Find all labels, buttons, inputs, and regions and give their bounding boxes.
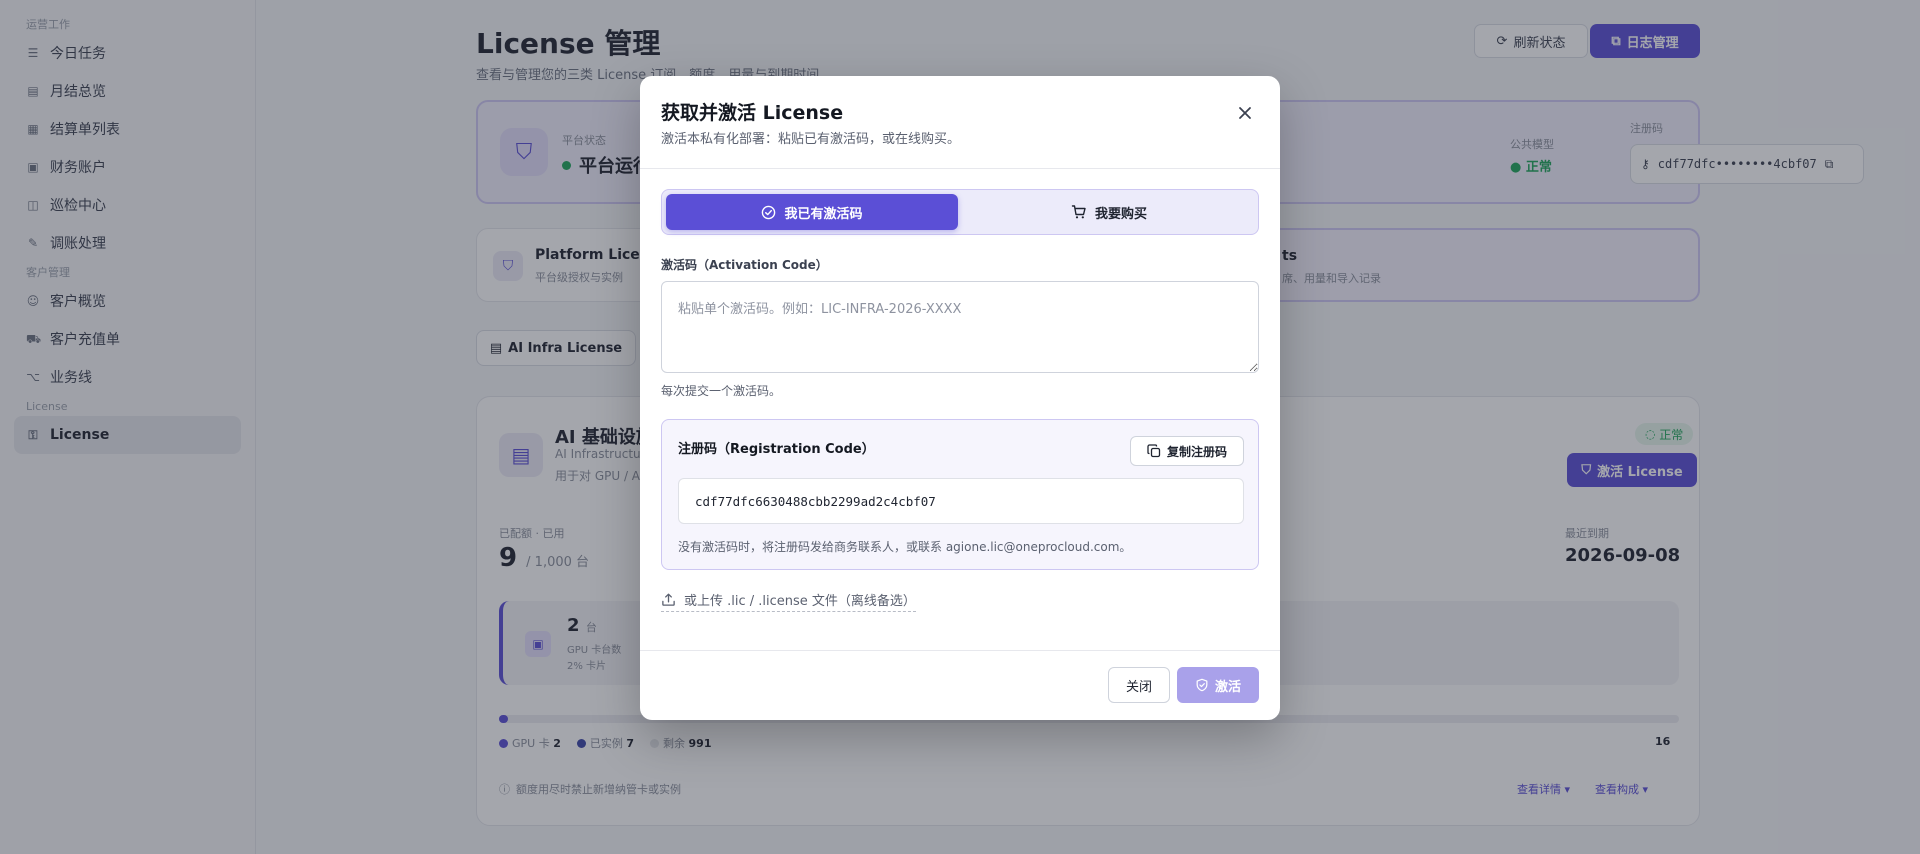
close-icon[interactable] <box>1232 100 1258 126</box>
copy-registration-code-label: 复制注册码 <box>1166 444 1227 459</box>
registration-code-value: cdf77dfc6630488cbb2299ad2c4cbf07 <box>678 478 1244 524</box>
tab-have-activation-code-label: 我已有激活码 <box>784 206 863 222</box>
activation-code-input[interactable] <box>661 281 1259 373</box>
tab-purchase-label: 我要购买 <box>1094 206 1147 222</box>
activate-button[interactable]: 激活 <box>1177 667 1259 703</box>
close-button[interactable]: 关闭 <box>1108 667 1170 703</box>
activation-code-label: 激活码（Activation Code） <box>661 258 828 272</box>
activation-code-help: 每次提交一个激活码。 <box>661 384 782 398</box>
dialog-title: 获取并激活 License <box>661 102 844 124</box>
shield-check-icon <box>1195 678 1209 692</box>
check-circle-icon <box>761 205 776 220</box>
header-divider <box>640 168 1280 169</box>
upload-license-file-link[interactable]: 或上传 .lic / .license 文件（离线备选） <box>661 590 916 612</box>
tab-purchase[interactable]: 我要购买 <box>962 194 1256 230</box>
registration-code-title: 注册码（Registration Code） <box>678 442 875 457</box>
upload-icon <box>661 592 676 607</box>
activate-license-dialog: 获取并激活 License 激活本私有化部署：粘贴已有激活码，或在线购买。 我已… <box>640 76 1280 720</box>
dialog-description: 激活本私有化部署：粘贴已有激活码，或在线购买。 <box>661 132 961 147</box>
tab-have-activation-code[interactable]: 我已有激活码 <box>666 194 958 230</box>
footer-divider <box>640 650 1280 651</box>
upload-license-file-label: 或上传 .lic / .license 文件（离线备选） <box>684 594 916 609</box>
cart-icon <box>1071 204 1087 220</box>
activate-button-label: 激活 <box>1214 679 1241 695</box>
registration-code-note: 没有激活码时，将注册码发给商务联系人，或联系 agione.lic@onepro… <box>678 540 1132 554</box>
copy-icon <box>1147 444 1161 458</box>
registration-code-panel: 注册码（Registration Code） 复制注册码 cdf77dfc663… <box>661 419 1259 570</box>
activation-mode-toggle: 我已有激活码 我要购买 <box>661 189 1259 235</box>
copy-registration-code-button[interactable]: 复制注册码 <box>1130 436 1244 466</box>
